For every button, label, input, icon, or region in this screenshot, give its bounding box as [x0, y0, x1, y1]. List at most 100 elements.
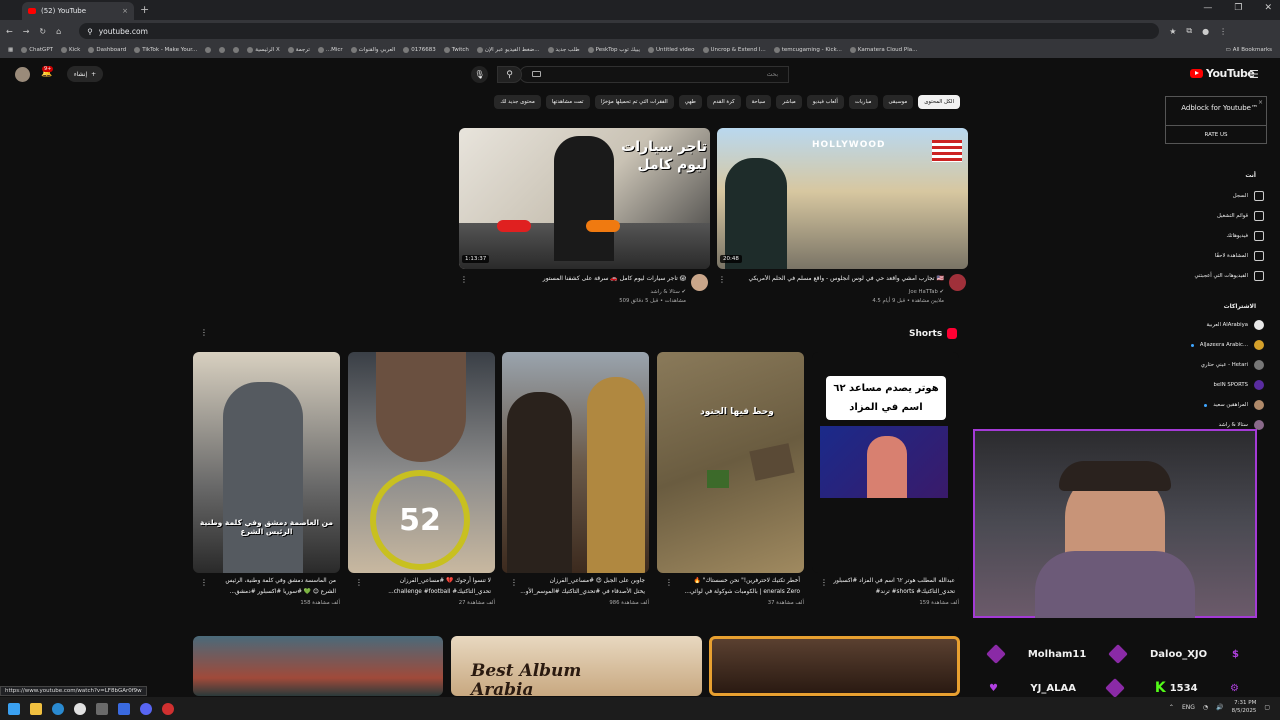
sidebar-sub-item[interactable]: العربية AlArabiya	[1206, 320, 1264, 330]
bookmark-item[interactable]: Kick	[61, 47, 80, 53]
sidebar-item-history[interactable]: السجل	[1233, 191, 1264, 201]
channel-name[interactable]: Joe HaTTab ✔	[727, 289, 944, 295]
voice-search-button[interactable]: 🎙	[471, 66, 488, 83]
chip[interactable]: محتوى جديد لك	[494, 95, 541, 109]
more-options-icon[interactable]: ⋮	[820, 578, 828, 587]
short-thumbnail[interactable]: وحط فيها الجنود	[657, 352, 804, 573]
channel-name[interactable]: ستالا & راشد ✔	[470, 289, 686, 295]
short-title-line2[interactable]: ...الشرع 😊 💚 #سوريا #اكسبلور #دمشق	[196, 587, 336, 598]
short-title-line2[interactable]: ...يختل الأصدقاء في #تحدي_التاكتيك #المو…	[505, 587, 645, 598]
short-title[interactable]: جاوبن على الجبل 😍 #مساعي_الفرزان	[505, 576, 645, 587]
channel-avatar[interactable]	[949, 274, 966, 291]
chip[interactable]: ألعاب فيديو	[806, 95, 844, 109]
close-icon[interactable]: ×	[1258, 99, 1263, 106]
video-title[interactable]: تاجر سيارات ليوم كامل 🚗 سرقة على كشفنا ا…	[470, 275, 686, 282]
short-thumbnail[interactable]: 52	[348, 352, 495, 573]
notification-center-icon[interactable]: ▢	[1264, 704, 1270, 711]
chip[interactable]: مباريات	[848, 95, 878, 109]
sidebar-sub-item[interactable]: beIN SPORTS	[1214, 380, 1264, 390]
sidebar-item-playlists[interactable]: قوائم التشغيل	[1217, 211, 1264, 221]
back-icon[interactable]: ←	[6, 27, 13, 36]
clock[interactable]: 7:31 PM 8/5/2025	[1232, 699, 1257, 715]
user-avatar[interactable]	[15, 67, 30, 82]
more-options-icon[interactable]: ⋮	[718, 275, 726, 284]
sidebar-item-your-videos[interactable]: فيديوهاتك	[1227, 231, 1264, 241]
bookmark-icon-only[interactable]	[233, 47, 240, 53]
bookmark-item[interactable]: العربي والقنوات	[350, 47, 395, 53]
bookmark-item[interactable]: ضغط الفيديو عبر الإن...	[476, 47, 540, 53]
extensions-icon[interactable]: ⧉	[1186, 26, 1192, 36]
volume-icon[interactable]: 🔊	[1216, 704, 1223, 711]
file-explorer-icon[interactable]	[30, 702, 42, 715]
bookmark-icon-only[interactable]	[205, 47, 212, 53]
bookmark-item[interactable]: الرئيسية X	[247, 47, 280, 53]
short-title-line2[interactable]: ...challenge #football #تحدي_التاكتيك	[351, 587, 491, 598]
rate-us-button[interactable]: RATE US	[1166, 125, 1266, 144]
sidebar-section-you[interactable]: أنت	[1245, 172, 1256, 179]
short-title[interactable]: عبدالله المطلب هوتر ٦٢ اسم في المزاد #اك…	[815, 576, 955, 587]
channel-avatar[interactable]	[691, 274, 708, 291]
bookmark-item[interactable]: طلب جديد	[547, 47, 580, 53]
youtube-logo[interactable]: YouTube	[1190, 67, 1255, 80]
sidebar-sub-item[interactable]: المراهقين سعيد	[1204, 400, 1264, 410]
bookmark-item[interactable]: 0176683	[403, 47, 436, 53]
bookmark-item[interactable]: Untitled video	[648, 47, 695, 53]
more-options-icon[interactable]: ⋮	[355, 578, 363, 587]
keyboard-icon[interactable]	[532, 71, 541, 77]
edge-icon[interactable]	[52, 702, 64, 715]
bookmark-item[interactable]: temcugaming - Kick...	[773, 47, 842, 53]
profile-icon[interactable]: ●	[1202, 27, 1209, 36]
search-input[interactable]: بحث	[519, 66, 789, 83]
chip[interactable]: تمت مشاهدتها	[545, 95, 590, 109]
more-options-icon[interactable]: ⋮	[460, 275, 468, 284]
close-window-button[interactable]: ✕	[1264, 3, 1272, 13]
bookmark-item[interactable]: Dashboard	[88, 47, 126, 53]
bookmark-item[interactable]: PeskTop يبيك توب	[587, 47, 640, 53]
bookmark-item[interactable]: Uncrop & Extend I...	[702, 47, 766, 53]
obs-icon[interactable]	[162, 702, 174, 715]
more-options-icon[interactable]: ⋮	[665, 578, 673, 587]
short-title[interactable]: 🔥 "أخطر تكتيك لاحترفرين!" نحن خسستاك	[660, 576, 800, 587]
windows-start-icon[interactable]	[8, 702, 20, 715]
apps-icon[interactable]: ▦	[8, 47, 13, 53]
chip[interactable]: موسيقى	[882, 95, 914, 109]
shorts-more-icon[interactable]: ⋮	[200, 328, 208, 337]
bookmark-item[interactable]: ترجمة	[287, 47, 310, 53]
video-thumbnail[interactable]: HOLLYWOOD 20:48	[717, 128, 968, 269]
site-info-icon[interactable]: ⚲	[87, 27, 93, 36]
video-title[interactable]: تجارب أمشي وأقعد حي في لوس أنجلوس - واقع…	[727, 275, 944, 282]
bookmark-star-icon[interactable]: ★	[1169, 27, 1176, 36]
video-thumbnail[interactable]: تاجر سيارات ليوم كامل 1:13:37	[459, 128, 710, 269]
short-thumbnail[interactable]: من العاصمة دمشق وفي كلمة وطنية الرئيس ال…	[193, 352, 340, 573]
short-title-line2[interactable]: ...بالكومبات شوكولة في لوائي | enerals Z…	[660, 587, 800, 598]
app-icon[interactable]	[118, 702, 130, 715]
bookmark-item[interactable]: Kamatera Cloud Pla...	[849, 47, 917, 53]
search-button[interactable]: ⚲	[497, 66, 522, 83]
app-icon[interactable]	[96, 702, 108, 715]
home-icon[interactable]: ⌂	[56, 27, 61, 36]
browser-menu-icon[interactable]: ⋮	[1219, 27, 1227, 36]
sidebar-item-liked-videos[interactable]: الفيديوهات التي أعجبتني	[1195, 271, 1264, 281]
chip[interactable]: مباشر	[776, 95, 802, 109]
short-thumbnail[interactable]	[502, 352, 649, 573]
browser-tab-youtube[interactable]: (52) YouTube ×	[22, 2, 134, 20]
all-bookmarks-button[interactable]: ▭ All Bookmarks	[1226, 47, 1273, 53]
language-indicator[interactable]: ENG	[1182, 704, 1195, 711]
bookmark-icon-only[interactable]	[219, 47, 226, 53]
chip[interactable]: كرة القدم	[706, 95, 741, 109]
video-thumbnail[interactable]: Best Album Arabia	[451, 636, 702, 696]
create-button[interactable]: إنشاء +	[67, 66, 103, 82]
more-options-icon[interactable]: ⋮	[200, 578, 208, 587]
video-thumbnail[interactable]	[709, 636, 960, 696]
maximize-button[interactable]: ❐	[1234, 3, 1242, 13]
bookmark-item[interactable]: TikTok - Make Your...	[134, 47, 197, 53]
new-tab-button[interactable]: +	[140, 3, 149, 16]
url-field[interactable]: ⚲ youtube.com	[79, 23, 1160, 39]
bookmark-item[interactable]: ChatGPT	[21, 47, 53, 53]
reload-icon[interactable]: ↻	[39, 27, 46, 36]
more-options-icon[interactable]: ⋮	[510, 578, 518, 587]
bookmark-item[interactable]: Twitch	[443, 47, 469, 53]
bookmark-item[interactable]: ...Micr	[317, 47, 343, 53]
forward-icon[interactable]: →	[23, 27, 30, 36]
chevron-up-icon[interactable]: ⌃	[1169, 704, 1174, 711]
